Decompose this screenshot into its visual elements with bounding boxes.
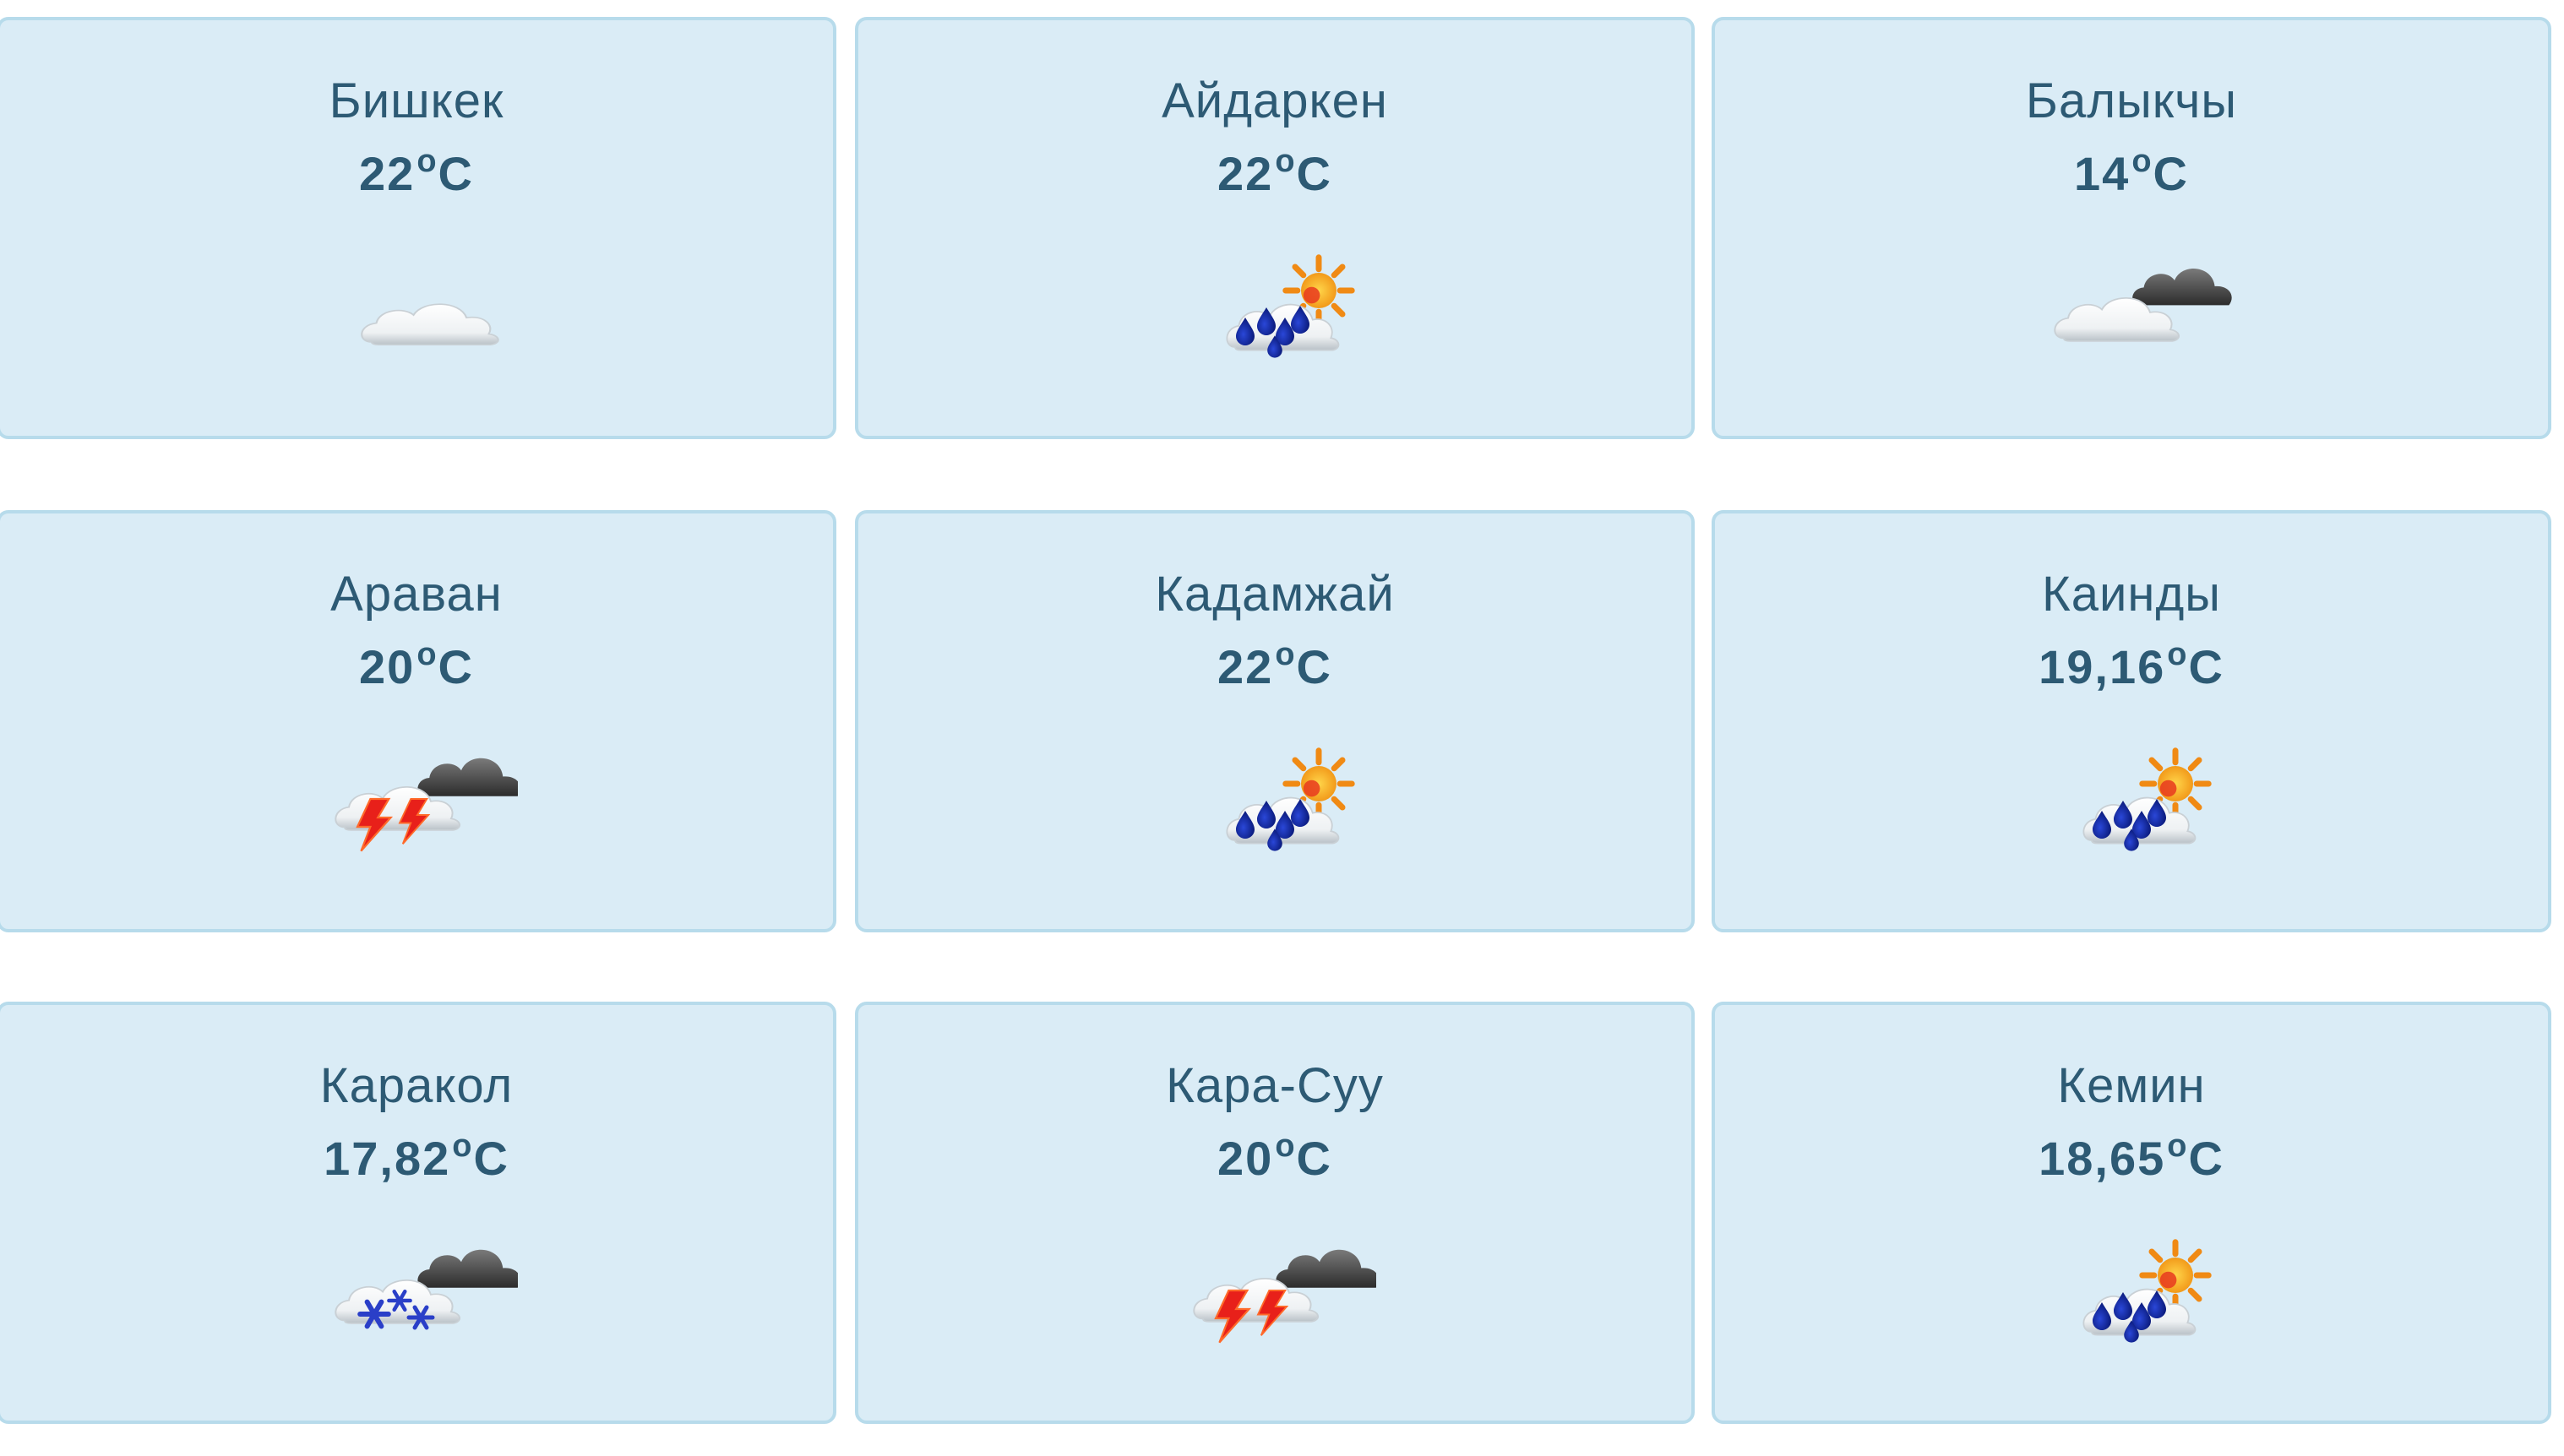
- weather-grid: Бишкек 22oC Айдаркен 22oC Балыкчы 14oC А…: [0, 0, 2564, 1456]
- weather-card-karakol[interactable]: Каракол 17,82oC: [0, 1002, 836, 1424]
- city-name: Айдаркен: [1162, 73, 1388, 128]
- city-name: Кемин: [2057, 1058, 2206, 1113]
- sun-rain-icon: [1173, 731, 1376, 858]
- weather-card-kemin[interactable]: Кемин 18,65oC: [1712, 1002, 2551, 1424]
- weather-card-aravan[interactable]: Араван 20oC: [0, 510, 836, 932]
- overcast-icon: [2030, 238, 2233, 365]
- sun-rain-icon: [1173, 238, 1376, 365]
- weather-card-bishkek[interactable]: Бишкек 22oC: [0, 17, 836, 439]
- city-name: Бишкек: [329, 73, 504, 128]
- weather-card-kaindy[interactable]: Каинды 19,16oC: [1712, 510, 2551, 932]
- city-name: Араван: [330, 567, 503, 622]
- weather-card-kadamjai[interactable]: Кадамжай 22oC: [855, 510, 1695, 932]
- city-name: Кара-Суу: [1166, 1058, 1384, 1113]
- weather-card-aidarken[interactable]: Айдаркен 22oC: [855, 17, 1695, 439]
- city-name: Балыкчы: [2025, 73, 2238, 128]
- sun-rain-icon: [2030, 1223, 2233, 1350]
- temperature: 14oC: [2074, 144, 2189, 200]
- temperature: 22oC: [359, 144, 474, 200]
- weather-card-kara-suu[interactable]: Кара-Суу 20oC: [855, 1002, 1695, 1424]
- temperature: 18,65oC: [2039, 1128, 2224, 1185]
- temperature: 22oC: [1217, 637, 1332, 693]
- snow-icon: [315, 1223, 518, 1350]
- city-name: Кадамжай: [1155, 567, 1395, 622]
- temperature: 20oC: [359, 637, 474, 693]
- temperature: 17,82oC: [324, 1128, 509, 1185]
- temperature: 20oC: [1217, 1128, 1332, 1185]
- thunderstorm-icon: [315, 731, 518, 858]
- temperature: 22oC: [1217, 144, 1332, 200]
- city-name: Каинды: [2041, 567, 2221, 622]
- cloud-icon: [315, 238, 518, 365]
- thunderstorm-icon: [1173, 1223, 1376, 1350]
- weather-card-balykchy[interactable]: Балыкчы 14oC: [1712, 17, 2551, 439]
- temperature: 19,16oC: [2039, 637, 2224, 693]
- sun-rain-icon: [2030, 731, 2233, 858]
- city-name: Каракол: [319, 1058, 514, 1113]
